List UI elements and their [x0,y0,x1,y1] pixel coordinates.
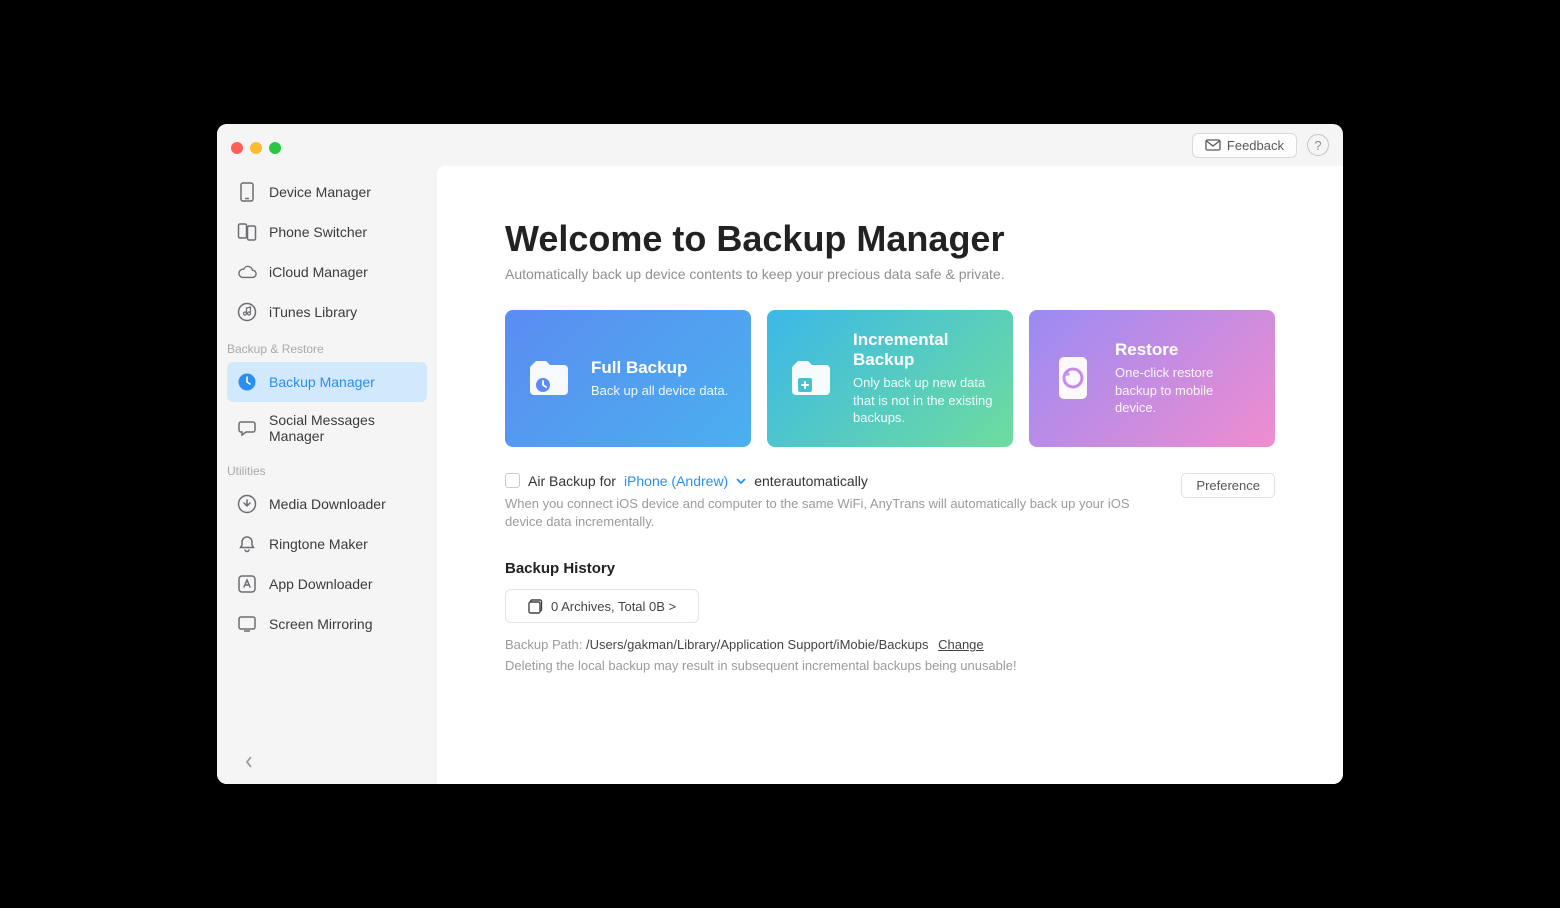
sidebar-item-label: Device Manager [269,184,371,200]
card-text: Incremental Backup Only back up new data… [853,330,993,427]
nav-main-group: Device Manager Phone Switcher iCloud Man… [217,172,437,332]
app-window: Device Manager Phone Switcher iCloud Man… [217,124,1343,784]
change-path-link[interactable]: Change [938,637,984,652]
bell-icon [237,534,257,554]
page-title: Welcome to Backup Manager [505,218,1275,260]
download-icon [237,494,257,514]
history-title: Backup History [505,560,1275,577]
sidebar-section-backup: Backup & Restore [217,332,437,362]
folder-clock-icon [525,354,573,402]
warning-text: Deleting the local backup may result in … [505,658,1275,673]
sidebar-item-ringtone-maker[interactable]: Ringtone Maker [227,524,427,564]
content-area: Feedback ? Welcome to Backup Manager Aut… [437,124,1343,784]
sidebar-item-phone-switcher[interactable]: Phone Switcher [227,212,427,252]
app-icon [237,574,257,594]
mirror-icon [237,614,257,634]
music-icon [237,302,257,322]
maximize-window-button[interactable] [269,142,281,154]
chevron-down-icon[interactable] [736,477,746,485]
sidebar: Device Manager Phone Switcher iCloud Man… [217,124,437,784]
phone-restore-icon [1049,354,1097,402]
sidebar-item-screen-mirroring[interactable]: Screen Mirroring [227,604,427,644]
window-controls [217,134,437,172]
air-backup-row: Air Backup for iPhone (Andrew) enterauto… [505,473,1275,533]
folder-plus-icon [787,354,835,402]
card-desc: Only back up new data that is not in the… [853,374,993,427]
incremental-backup-card[interactable]: Incremental Backup Only back up new data… [767,310,1013,447]
preference-label: Preference [1196,478,1260,493]
sidebar-item-label: Social Messages Manager [269,412,417,444]
phone-icon [237,182,257,202]
air-backup-text: Air Backup for iPhone (Andrew) enterauto… [505,473,1165,533]
device-name: iPhone (Andrew) [624,473,728,489]
sidebar-item-label: iTunes Library [269,304,357,320]
card-title: Full Backup [591,358,728,378]
full-backup-card[interactable]: Full Backup Back up all device data. [505,310,751,447]
path-label: Backup Path: [505,637,586,652]
backup-path-row: Backup Path: /Users/gakman/Library/Appli… [505,637,1275,652]
air-backup-description: When you connect iOS device and computer… [505,495,1145,533]
sidebar-item-label: Ringtone Maker [269,536,368,552]
sidebar-item-icloud-manager[interactable]: iCloud Manager [227,252,427,292]
page-subtitle: Automatically back up device contents to… [505,266,1275,282]
clock-icon [237,372,257,392]
archive-button[interactable]: 0 Archives, Total 0B > [505,589,699,623]
sidebar-item-label: iCloud Manager [269,264,368,280]
feedback-button[interactable]: Feedback [1192,133,1297,158]
collapse-sidebar-button[interactable] [239,752,259,772]
sidebar-item-itunes-library[interactable]: iTunes Library [227,292,427,332]
minimize-window-button[interactable] [250,142,262,154]
close-window-button[interactable] [231,142,243,154]
card-desc: Back up all device data. [591,382,728,400]
nav-backup-group: Backup Manager Social Messages Manager [217,362,437,454]
mail-icon [1205,139,1221,151]
air-suffix: enterautomatically [754,473,868,489]
sidebar-item-label: Screen Mirroring [269,616,372,632]
chat-icon [237,418,257,438]
topbar: Feedback ? [437,124,1343,166]
preference-button[interactable]: Preference [1181,473,1275,498]
card-desc: One-click restore backup to mobile devic… [1115,364,1255,417]
sidebar-item-label: Media Downloader [269,496,386,512]
help-label: ? [1314,138,1321,153]
action-cards: Full Backup Back up all device data. Inc… [505,310,1275,447]
sidebar-section-utilities: Utilities [217,454,437,484]
air-backup-line: Air Backup for iPhone (Andrew) enterauto… [505,473,1165,489]
sidebar-item-label: Backup Manager [269,374,375,390]
air-backup-checkbox[interactable] [505,473,520,488]
device-selector[interactable]: iPhone (Andrew) [624,473,728,489]
card-title: Restore [1115,340,1255,360]
card-title: Incremental Backup [853,330,993,370]
card-text: Restore One-click restore backup to mobi… [1115,340,1255,417]
switch-icon [237,222,257,242]
card-text: Full Backup Back up all device data. [591,358,728,400]
sidebar-item-label: App Downloader [269,576,373,592]
air-prefix: Air Backup for [528,473,616,489]
sidebar-item-social-messages[interactable]: Social Messages Manager [227,402,427,454]
sidebar-item-backup-manager[interactable]: Backup Manager [227,362,427,402]
sidebar-item-media-downloader[interactable]: Media Downloader [227,484,427,524]
cloud-icon [237,262,257,282]
feedback-label: Feedback [1227,138,1284,153]
main-content: Welcome to Backup Manager Automatically … [437,166,1343,784]
archive-icon [528,598,544,614]
sidebar-item-device-manager[interactable]: Device Manager [227,172,427,212]
path-value: /Users/gakman/Library/Application Suppor… [586,637,929,652]
restore-card[interactable]: Restore One-click restore backup to mobi… [1029,310,1275,447]
sidebar-item-app-downloader[interactable]: App Downloader [227,564,427,604]
sidebar-item-label: Phone Switcher [269,224,367,240]
nav-utilities-group: Media Downloader Ringtone Maker App Down… [217,484,437,644]
help-button[interactable]: ? [1307,134,1329,156]
archive-label: 0 Archives, Total 0B > [551,599,676,614]
